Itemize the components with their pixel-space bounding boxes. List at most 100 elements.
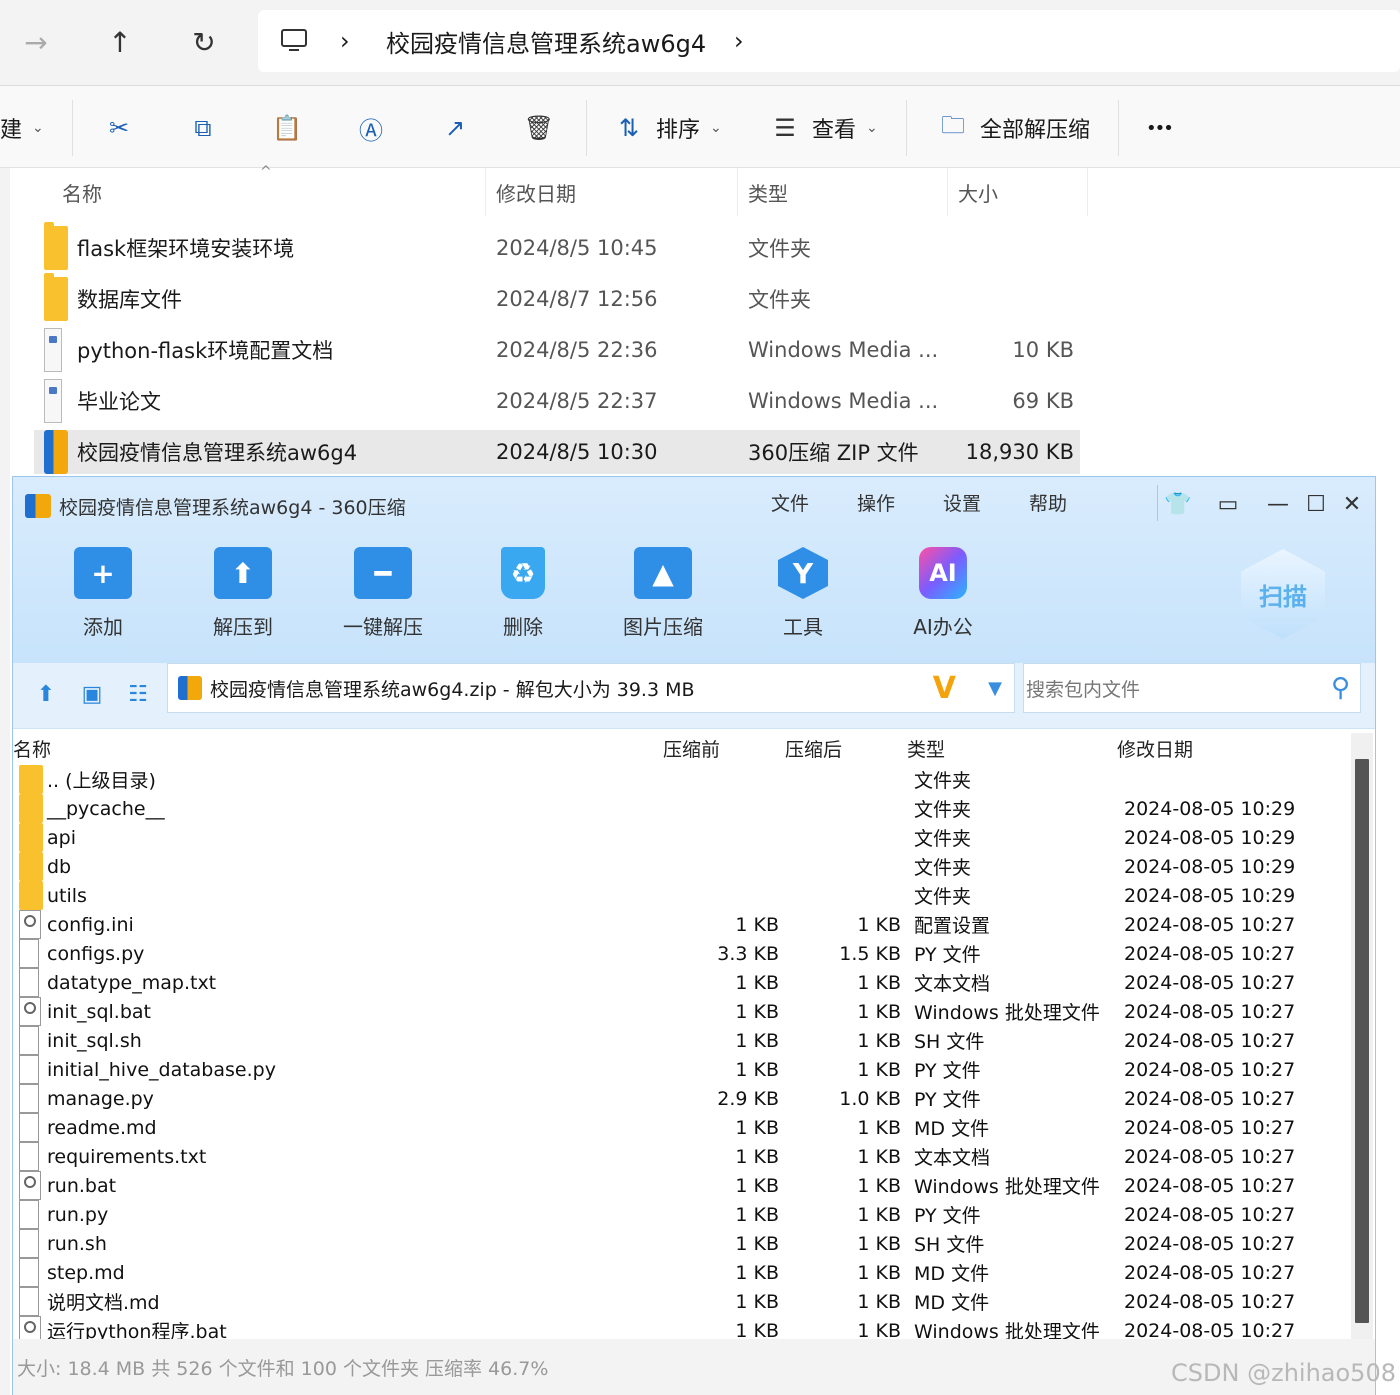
- breadcrumb-folder[interactable]: 校园疫情信息管理系统aw6g4: [386, 10, 706, 72]
- file-modified: 2024/8/5 22:36: [496, 338, 658, 362]
- column-header-name[interactable]: 名称 ^: [52, 164, 486, 216]
- archive-row[interactable]: step.md 1 KB 1 KB MD 文件 2024-08-05 10:27: [13, 1258, 1353, 1287]
- entry-name: readme.md: [47, 1116, 157, 1139]
- vertical-scrollbar[interactable]: [1351, 733, 1373, 1339]
- archive-row[interactable]: .. (上级目录) 文件夹: [13, 765, 1353, 794]
- archive-row[interactable]: run.bat 1 KB 1 KB Windows 批处理文件 2024-08-05 1…: [13, 1171, 1353, 1200]
- dropdown-arrow-icon[interactable]: ▼: [988, 678, 1002, 699]
- message-icon: ▭: [1217, 491, 1239, 517]
- entry-size-after: 1.0 KB: [839, 1087, 901, 1110]
- thumbnail-view-button[interactable]: ▣: [75, 677, 109, 711]
- archive-row[interactable]: readme.md 1 KB 1 KB MD 文件 2024-08-05 10:27: [13, 1113, 1353, 1142]
- archive-row[interactable]: run.py 1 KB 1 KB PY 文件 2024-08-05 10:27: [13, 1200, 1353, 1229]
- menu-file[interactable]: 文件: [771, 489, 809, 516]
- scrollbar-thumb[interactable]: [1355, 759, 1369, 1323]
- archive-row[interactable]: api 文件夹 2024-08-05 10:29: [13, 823, 1353, 852]
- entry-size-before: [653, 794, 779, 823]
- address-bar: → ↑ ↻ › 校园疫情信息管理系统aw6g4 ›: [0, 0, 1400, 86]
- archive-row[interactable]: 说明文档.md 1 KB 1 KB MD 文件 2024-08-05 10:27: [13, 1287, 1353, 1316]
- file-row[interactable]: 数据库文件 2024/8/7 12:56 文件夹: [34, 273, 1080, 321]
- thumbnail-view-icon: ▣: [81, 681, 103, 707]
- copy-button[interactable]: ⧉: [186, 106, 220, 150]
- archive-row[interactable]: datatype_map.txt 1 KB 1 KB 文本文档 2024-08-05 1…: [13, 968, 1353, 997]
- archive-row[interactable]: utils 文件夹 2024-08-05 10:29: [13, 881, 1353, 910]
- archive-row[interactable]: init_sql.sh 1 KB 1 KB SH 文件 2024-08-05 10:27: [13, 1026, 1353, 1055]
- archive-search-input[interactable]: 搜索包内文件 ⚲: [1023, 663, 1361, 713]
- paste-button[interactable]: 📋: [270, 106, 304, 150]
- column-header-size[interactable]: 大小: [948, 168, 1088, 216]
- tool-button-7[interactable]: AI AI办公: [883, 547, 1003, 647]
- more-options-button[interactable]: •••: [1146, 106, 1174, 150]
- entry-name: init_sql.bat: [47, 1000, 151, 1023]
- column-header-modified[interactable]: 修改日期: [486, 168, 738, 216]
- breadcrumb-separator[interactable]: ›: [734, 10, 744, 72]
- extract-folder-icon: ⬆: [214, 547, 272, 599]
- entry-type: MD 文件: [914, 1292, 990, 1314]
- new-button[interactable]: 建 ⌄: [0, 106, 44, 150]
- file-row[interactable]: 毕业论文 2024/8/5 22:37 Windows Media ... 69 KB: [34, 379, 1080, 423]
- tool-button-3[interactable]: ━ 一键解压: [323, 547, 443, 647]
- archive-row[interactable]: init_sql.bat 1 KB 1 KB Windows 批处理文件 2024-08…: [13, 997, 1353, 1026]
- entry-type: 文件夹: [914, 857, 972, 879]
- delete-button[interactable]: 🗑: [522, 106, 556, 150]
- menu-operation[interactable]: 操作: [857, 489, 895, 516]
- archive-path-field[interactable]: 校园疫情信息管理系统aw6g4.zip - 解包大小为 39.3 MB V ▼: [167, 663, 1015, 713]
- up-button[interactable]: ↑: [98, 20, 142, 64]
- skin-button[interactable]: 👕: [1161, 487, 1195, 521]
- archive-row[interactable]: run.sh 1 KB 1 KB SH 文件 2024-08-05 10:27: [13, 1229, 1353, 1258]
- archive-row[interactable]: config.ini 1 KB 1 KB 配置设置 2024-08-05 10:27: [13, 910, 1353, 939]
- list-header-before[interactable]: 压缩前: [663, 733, 720, 763]
- maximize-button[interactable]: ☐: [1299, 487, 1333, 521]
- monitor-icon[interactable]: [280, 10, 308, 72]
- minimize-button[interactable]: —: [1261, 487, 1295, 521]
- entry-size-before: 1 KB: [735, 1290, 779, 1313]
- rename-button[interactable]: Ⓐ: [354, 106, 388, 150]
- refresh-button[interactable]: ↻: [182, 20, 226, 64]
- file-row[interactable]: python-flask环境配置文档 2024/8/5 22:36 Windows …: [34, 328, 1080, 372]
- copy-icon: ⧉: [194, 114, 212, 142]
- archive-row[interactable]: manage.py 2.9 KB 1.0 KB PY 文件 2024-08-05 10:…: [13, 1084, 1353, 1113]
- menu-help[interactable]: 帮助: [1029, 489, 1067, 516]
- archive-row[interactable]: __pycache__ 文件夹 2024-08-05 10:29: [13, 794, 1353, 823]
- minimize-icon: —: [1267, 491, 1289, 517]
- tool-button-5[interactable]: ▲ 图片压缩: [603, 547, 723, 647]
- entry-size-after: 1 KB: [857, 1261, 901, 1284]
- archive-row[interactable]: db 文件夹 2024-08-05 10:29: [13, 852, 1353, 881]
- list-header-modified[interactable]: 修改日期: [1117, 733, 1193, 763]
- tool-button-2[interactable]: ⬆ 解压到: [183, 547, 303, 647]
- up-level-button[interactable]: ⬆: [29, 677, 63, 711]
- archive-row[interactable]: configs.py 3.3 KB 1.5 KB PY 文件 2024-08-05 10…: [13, 939, 1353, 968]
- entry-name: utils: [47, 884, 87, 907]
- close-button[interactable]: ✕: [1335, 487, 1369, 521]
- file-row[interactable]: 校园疫情信息管理系统aw6g4 2024/8/5 10:30 360压缩 ZIP 文…: [34, 430, 1080, 474]
- archive-row[interactable]: requirements.txt 1 KB 1 KB 文本文档 2024-08-05 1…: [13, 1142, 1353, 1171]
- entry-size-after: 1 KB: [857, 971, 901, 994]
- extract-all-button[interactable]: 🗀 全部解压缩: [936, 106, 1090, 150]
- detail-view-button[interactable]: ☷: [121, 677, 155, 711]
- sort-button[interactable]: ⇅ 排序 ⌄: [612, 106, 722, 150]
- breadcrumb[interactable]: › 校园疫情信息管理系统aw6g4 ›: [258, 10, 1400, 72]
- menu-settings[interactable]: 设置: [943, 489, 981, 516]
- column-header-type[interactable]: 类型: [738, 168, 948, 216]
- file-row[interactable]: flask框架环境安装环境 2024/8/5 10:45 文件夹: [34, 222, 1080, 270]
- scan-button[interactable]: 扫描: [1241, 549, 1325, 639]
- list-header-type[interactable]: 类型: [907, 733, 945, 763]
- entry-modified: 2024-08-05 10:27: [1124, 1203, 1296, 1226]
- archive-row[interactable]: initial_hive_database.py 1 KB 1 KB PY 文件 202…: [13, 1055, 1353, 1084]
- entry-size-after: [783, 852, 901, 881]
- entry-name: initial_hive_database.py: [47, 1058, 276, 1081]
- forward-button[interactable]: →: [14, 20, 58, 64]
- list-header-after[interactable]: 压缩后: [785, 733, 842, 763]
- share-button[interactable]: ↗: [438, 106, 472, 150]
- tool-button-1[interactable]: + 添加: [43, 547, 163, 647]
- entry-size-before: [653, 823, 779, 852]
- view-button[interactable]: ☰ 查看 ⌄: [768, 106, 878, 150]
- list-header-name[interactable]: 名称: [13, 733, 51, 763]
- feedback-button[interactable]: ▭: [1211, 487, 1245, 521]
- rename-icon: Ⓐ: [359, 116, 383, 145]
- tool-button-6[interactable]: Y 工具: [743, 547, 863, 647]
- search-icon[interactable]: ⚲: [1331, 673, 1350, 703]
- tool-button-4[interactable]: ♻ 删除: [463, 547, 583, 647]
- cut-button[interactable]: ✂: [102, 106, 136, 150]
- tool-label: 图片压缩: [623, 615, 703, 639]
